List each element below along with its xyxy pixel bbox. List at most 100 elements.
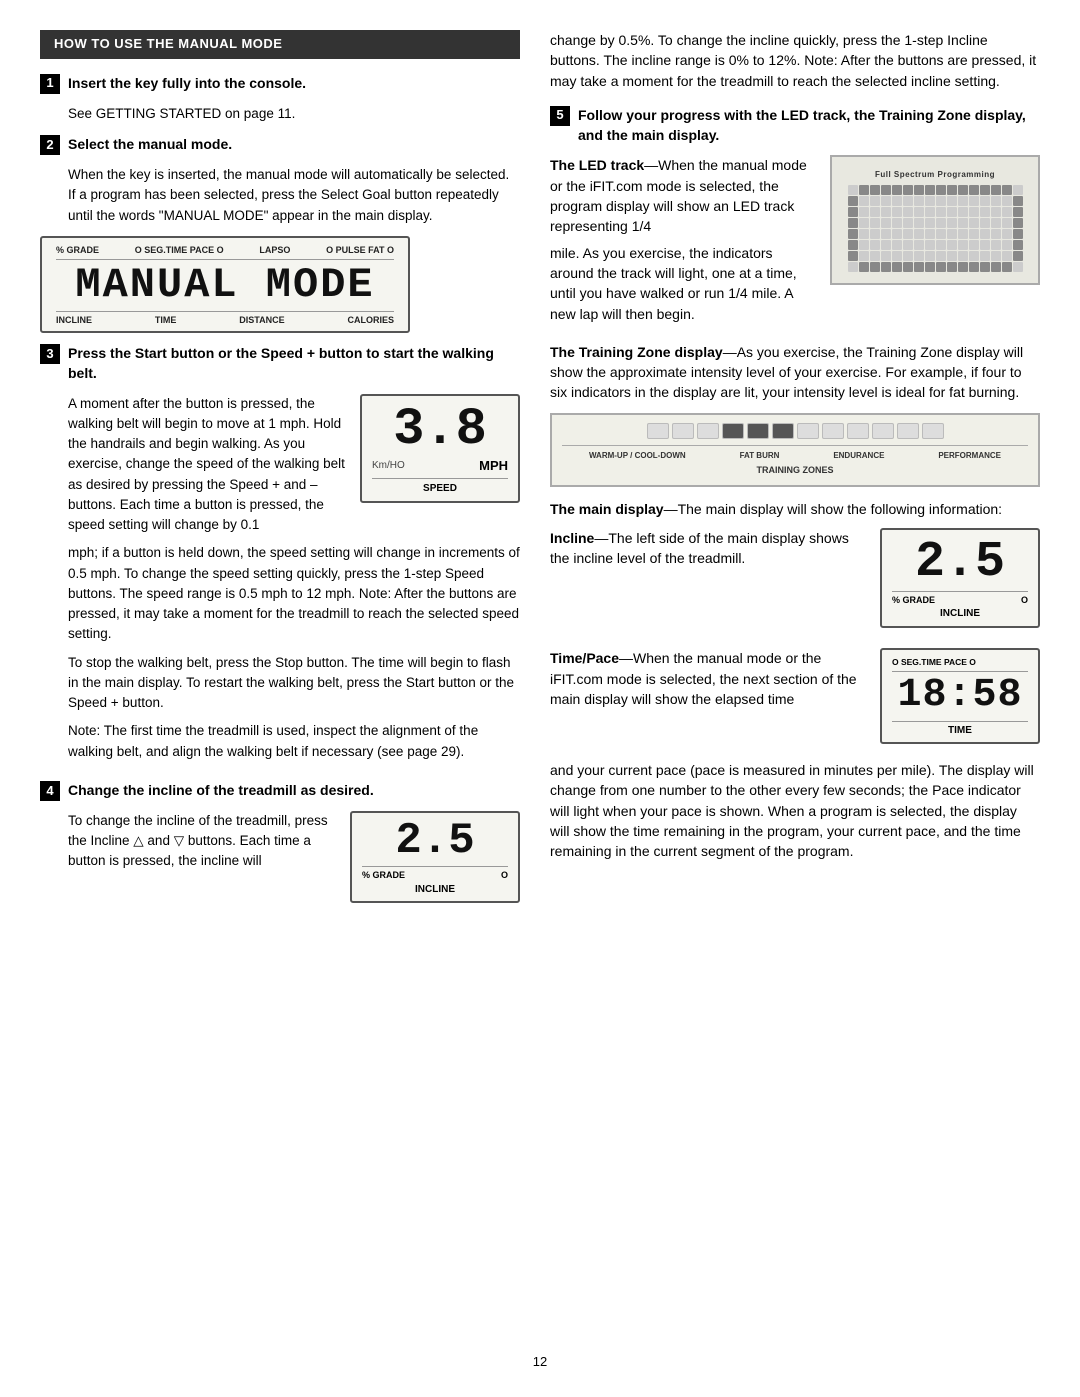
main-display-label: The main display	[550, 501, 664, 517]
lcd-label-pulse: O PULSE FAT O	[326, 244, 394, 257]
led-cell	[947, 196, 957, 206]
led-cell	[1013, 185, 1023, 195]
step-3-number: 3	[40, 344, 60, 364]
led-cell	[870, 218, 880, 228]
led-cell	[903, 218, 913, 228]
step-4-body: 2.5 % GRADE O INCLINE To change the incl…	[68, 811, 520, 914]
incline-label-right: INCLINE	[892, 607, 1028, 622]
step-2: 2 Select the manual mode.	[40, 134, 520, 155]
led-cell	[936, 185, 946, 195]
time-value: 18:58	[892, 674, 1028, 718]
led-cell	[1002, 218, 1012, 228]
training-zones-box: WARM-UP / COOL-DOWN FAT BURN ENDURANCE P…	[550, 413, 1040, 488]
tz-cell-active	[772, 423, 794, 439]
incline-display-right: 2.5 % GRADE O INCLINE	[880, 528, 1040, 629]
led-cell	[914, 229, 924, 239]
lcd-manual-mode-display: % GRADE O SEG.TIME PACE O LAPSO O PULSE …	[40, 236, 410, 333]
led-cell	[947, 207, 957, 217]
led-cell	[947, 185, 957, 195]
led-cell	[870, 185, 880, 195]
led-cell	[848, 185, 858, 195]
incline-value-right: 2.5	[892, 538, 1028, 588]
incline-o-right: O	[1021, 594, 1028, 607]
right-intro-text: change by 0.5%. To change the incline qu…	[550, 30, 1040, 91]
led-cell	[892, 251, 902, 261]
time-display-right: O SEG.TIME PACE O 18:58 TIME	[880, 648, 1040, 744]
training-zone-label: The Training Zone display	[550, 344, 723, 360]
incline-value-left: 2.5	[362, 819, 508, 863]
header-title: HOW TO USE THE MANUAL MODE	[54, 36, 282, 51]
incline-label-row-left: % GRADE O	[362, 866, 508, 883]
step-3-body2: mph; if a button is held down, the speed…	[68, 543, 520, 644]
training-zone-text: The Training Zone display—As you exercis…	[550, 342, 1040, 403]
led-cell	[859, 196, 869, 206]
incline-section-right: 2.5 % GRADE O INCLINE Incline—The left s…	[550, 528, 1040, 639]
led-cell	[969, 251, 979, 261]
led-cell	[969, 196, 979, 206]
step-2-title: Select the manual mode.	[68, 136, 232, 152]
led-cell	[947, 240, 957, 250]
led-cell	[892, 218, 902, 228]
led-cell	[1013, 207, 1023, 217]
page-number: 12	[533, 1353, 547, 1372]
led-cell	[1013, 240, 1023, 250]
lcd-bottom-distance: DISTANCE	[239, 314, 284, 327]
led-cell	[969, 229, 979, 239]
led-cell	[914, 240, 924, 250]
led-cell	[925, 251, 935, 261]
lcd-bottom-calories: CALORIES	[347, 314, 394, 327]
tz-cell	[922, 423, 944, 439]
led-cell	[1002, 229, 1012, 239]
led-cell	[958, 229, 968, 239]
led-cell	[1002, 240, 1012, 250]
led-cell	[1002, 251, 1012, 261]
led-cell	[991, 207, 1001, 217]
led-cell	[969, 262, 979, 272]
step-3: 3 Press the Start button or the Speed + …	[40, 343, 520, 384]
speed-display: 3.8 Km/HO MPH SPEED	[360, 394, 520, 504]
led-cell	[980, 251, 990, 261]
incline-main-label-left: INCLINE	[362, 882, 508, 897]
lcd-label-row-bottom: INCLINE TIME DISTANCE CALORIES	[56, 311, 394, 327]
led-cell	[881, 185, 891, 195]
incline-info-label: Incline	[550, 530, 594, 546]
led-cell	[881, 240, 891, 250]
led-cell	[870, 251, 880, 261]
lcd-label-segtime: O SEG.TIME PACE O	[135, 244, 224, 257]
step-1-number: 1	[40, 74, 60, 94]
tz-cell	[847, 423, 869, 439]
led-cell	[980, 229, 990, 239]
led-cell	[1002, 196, 1012, 206]
incline-grade-label-left: % GRADE	[362, 869, 405, 883]
led-cell	[859, 207, 869, 217]
time-top-row: O SEG.TIME PACE O	[892, 656, 1028, 671]
step-1: 1 Insert the key fully into the console.	[40, 73, 520, 94]
led-cell	[848, 229, 858, 239]
main-display-body: —The main display will show the followin…	[664, 501, 1002, 517]
led-cell	[947, 251, 957, 261]
tz-cell	[697, 423, 719, 439]
left-column: HOW TO USE THE MANUAL MODE 1 Insert the …	[40, 30, 520, 923]
led-cell	[859, 229, 869, 239]
tz-cell	[672, 423, 694, 439]
tz-cell	[897, 423, 919, 439]
led-cell	[1013, 262, 1023, 272]
time-info-body2: and your current pace (pace is measured …	[550, 760, 1040, 861]
led-cell	[870, 262, 880, 272]
led-cell	[914, 196, 924, 206]
led-cell	[892, 196, 902, 206]
lcd-bottom-incline: INCLINE	[56, 314, 92, 327]
led-cell	[1002, 262, 1012, 272]
led-cell	[947, 262, 957, 272]
time-info-label: Time/Pace	[550, 650, 619, 666]
led-cell	[848, 218, 858, 228]
tz-cell	[822, 423, 844, 439]
lcd-label-laps: LAPSO	[259, 244, 290, 257]
step-2-body: When the key is inserted, the manual mod…	[68, 165, 520, 226]
lcd-bottom-time: TIME	[155, 314, 177, 327]
led-cell	[980, 196, 990, 206]
led-cell	[925, 196, 935, 206]
led-cell	[958, 218, 968, 228]
time-section-right: O SEG.TIME PACE O 18:58 TIME Time/Pace—W…	[550, 648, 1040, 754]
step-2-number: 2	[40, 135, 60, 155]
